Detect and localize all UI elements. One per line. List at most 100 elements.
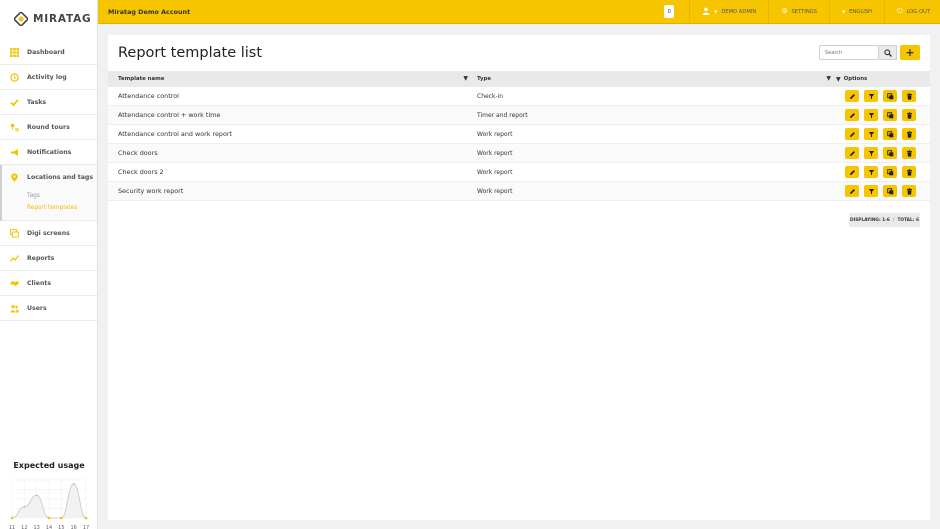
usage-point [23,505,26,508]
filter-button[interactable] [864,109,878,121]
pagination-total: TOTAL: 6 [897,217,919,223]
cell-options [845,128,916,140]
trash-button[interactable] [902,147,916,159]
trash-button[interactable] [902,185,916,197]
trash-button[interactable] [902,128,916,140]
trash-button[interactable] [902,90,916,102]
column-label: Options [843,76,868,82]
user-menu[interactable]: ▼ DEMO ADMIN [689,0,768,24]
search-input[interactable] [819,45,879,60]
cell-options [845,185,916,197]
add-template-button[interactable]: + [900,45,920,60]
sidebar-item-digi-screens[interactable]: Digi screens [0,221,97,246]
sidebar-item-label: Tasks [27,98,47,106]
filter-icon [868,150,875,157]
sidebar-subitem-tags[interactable]: Tags [2,190,97,202]
check-icon [10,98,19,107]
trash-button[interactable] [902,166,916,178]
cell-type: Work report [477,187,513,195]
filter-button[interactable] [864,128,878,140]
filter-button[interactable] [864,166,878,178]
top-bar: Miratag Demo Account 0 ▼ DEMO ADMIN ⚙ SE… [98,0,940,24]
filter-button[interactable] [864,185,878,197]
trash-button[interactable] [902,109,916,121]
cell-type: Work report [477,168,513,176]
sidebar-item-locations-and-tags[interactable]: Locations and tags [2,165,97,190]
table-row[interactable]: Attendance control and work report Work r… [108,125,930,144]
settings-link[interactable]: ⚙ SETTINGS [768,0,829,24]
logout-label: LOG OUT [906,8,930,15]
table-row[interactable]: Check doors 2 Work report [108,163,930,182]
usage-x-label: 15 [58,525,64,529]
cell-type: Work report [477,149,513,157]
edit-icon [849,93,856,100]
table-header: Template name ▼ Type ▼ ▼ Options [108,71,930,87]
usage-point [60,516,63,520]
filter-icon[interactable]: ▼ [826,75,831,82]
usage-x-label: 14 [46,525,52,529]
edit-button[interactable] [845,185,859,197]
edit-icon [849,131,856,138]
trash-icon [906,168,913,176]
edit-button[interactable] [845,128,859,140]
language-label: ENGLISH [849,8,872,15]
usage-point [10,516,14,520]
copy-button[interactable] [883,109,897,121]
sidebar-subitem-report-templates[interactable]: Report templates [2,202,97,214]
logout-link[interactable]: ⏻ LOG OUT [883,0,940,24]
search-icon [883,48,892,57]
table-row[interactable]: Attendance control + work time Timer and … [108,106,930,125]
megaphone-icon [10,148,19,157]
edit-button[interactable] [845,109,859,121]
edit-icon [849,112,856,119]
column-header-options: ▼ Options [828,76,930,83]
sidebar-item-label: Locations and tags [27,174,94,181]
sidebar-item-tasks[interactable]: Tasks [0,90,97,115]
sidebar-item-round-tours[interactable]: Round tours [0,115,97,140]
copy-button[interactable] [883,185,897,197]
report-template-table: Template name ▼ Type ▼ ▼ Options Attenda… [108,71,930,201]
copy-icon [886,92,894,100]
filter-button[interactable] [864,90,878,102]
main-card: Report template list + Template name ▼ T… [108,35,930,520]
usage-point [47,516,51,520]
edit-button[interactable] [845,147,859,159]
copy-button[interactable] [883,166,897,178]
edit-button[interactable] [845,166,859,178]
cell-template-name: Check doors [118,149,158,157]
sidebar-item-reports[interactable]: Reports [0,246,97,271]
notification-badge[interactable]: 0 [664,5,675,18]
usage-x-label: 16 [70,525,76,529]
chevron-down-icon: ▼ [842,8,846,14]
filter-icon[interactable]: ▼ [836,76,841,83]
language-selector[interactable]: ▼ ENGLISH [829,0,884,24]
sidebar-item-activity-log[interactable]: Activity log [0,65,97,90]
edit-button[interactable] [845,90,859,102]
filter-button[interactable] [864,147,878,159]
column-header-type[interactable]: Type ▼ [468,75,831,82]
column-header-template-name[interactable]: Template name ▼ [108,75,468,82]
table-row[interactable]: Check doors Work report [108,144,930,163]
cell-type: Timer and report [477,111,528,119]
sidebar-item-users[interactable]: Users [0,296,97,321]
copy-button[interactable] [883,147,897,159]
copy-button[interactable] [883,128,897,140]
search-button[interactable] [879,45,897,60]
sidebar-item-notifications[interactable]: Notifications [0,140,97,165]
trash-icon [906,92,913,100]
sidebar-item-label: Digi screens [27,229,70,237]
sidebar-item-label: Notifications [27,148,72,156]
trash-icon [906,111,913,119]
cell-template-name: Attendance control [118,92,179,100]
logo[interactable]: MIRATAG [0,0,97,37]
usage-x-label: 11 [9,525,15,529]
table-row[interactable]: Attendance control Check-in [108,87,930,106]
table-row[interactable]: Security work report Work report [108,182,930,201]
copy-button[interactable] [883,90,897,102]
expected-usage-title: Expected usage [13,461,85,470]
cell-template-name: Attendance control + work time [118,111,221,119]
sidebar-item-clients[interactable]: Clients [0,271,97,296]
expected-usage-chart: 11 12 13 14 15 16 17 [9,479,89,529]
sidebar-item-label: Users [27,304,47,312]
sidebar-item-dashboard[interactable]: Dashboard [0,40,97,65]
